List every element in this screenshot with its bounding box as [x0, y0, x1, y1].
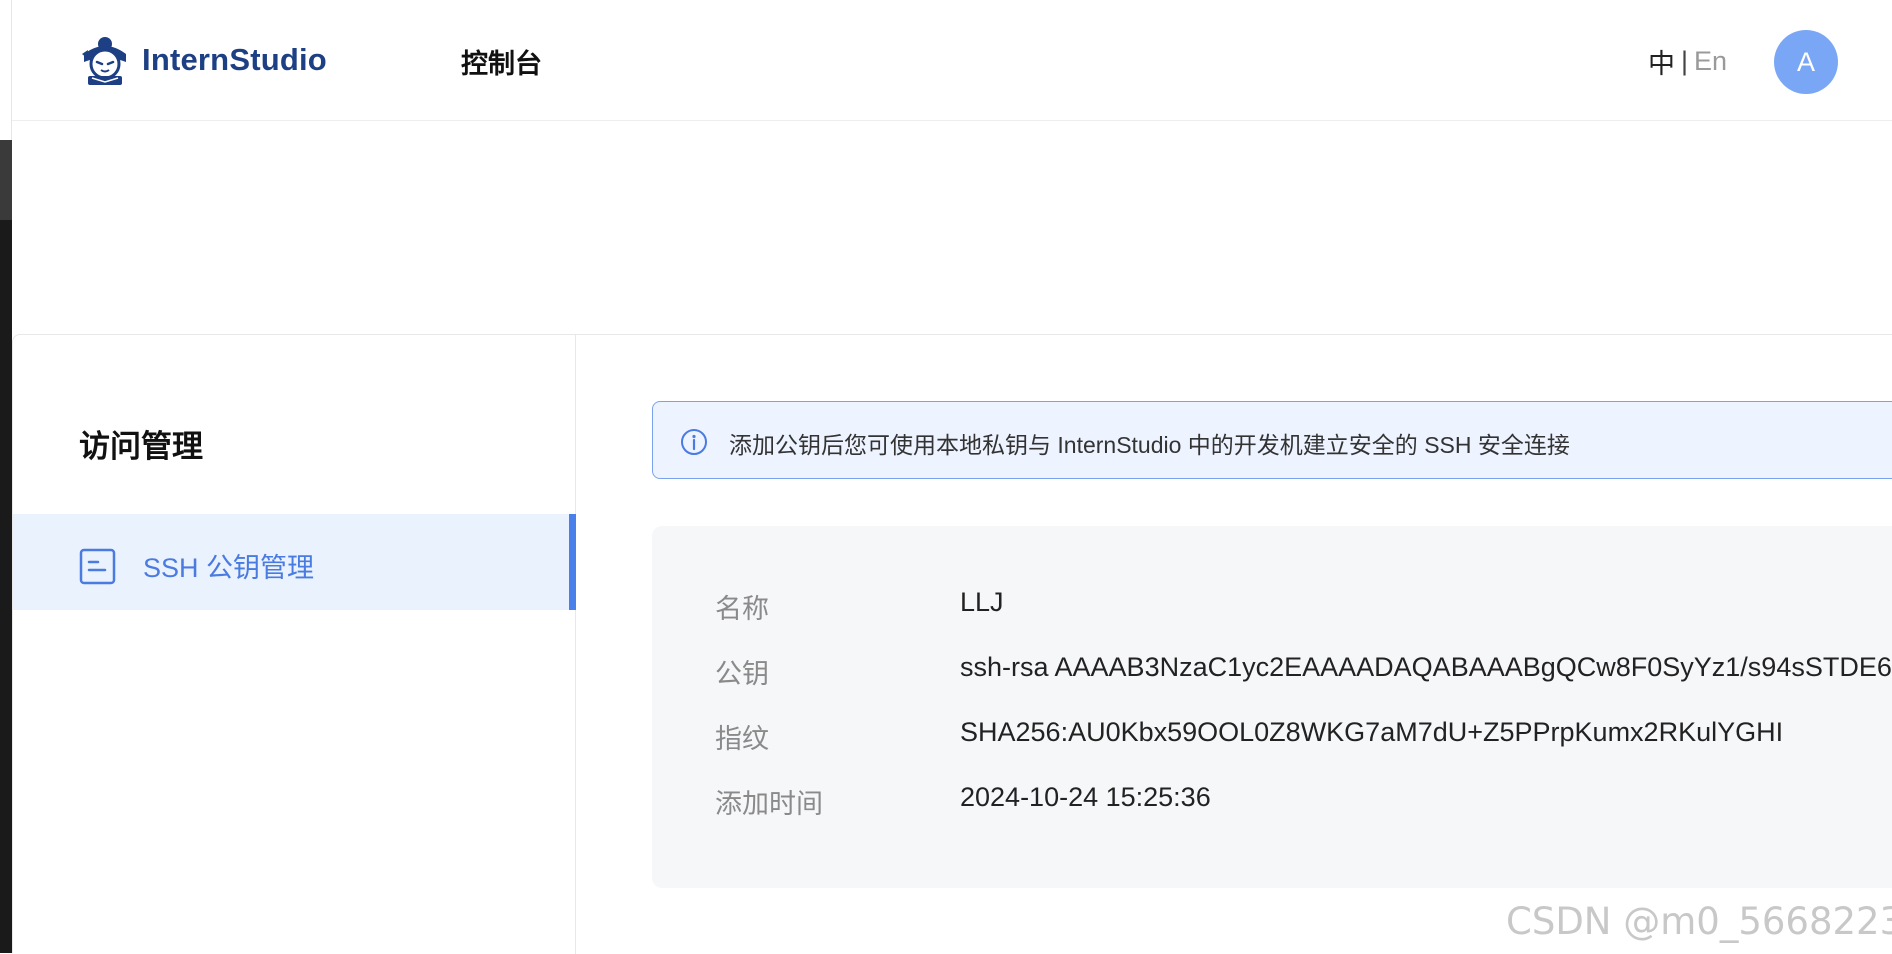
language-switch: 中 | En — [1648, 42, 1727, 81]
main-panel: 访问管理 SSH 公钥管理 添加公钥后您可使用本地私钥与 InternStudi… — [12, 334, 1892, 954]
lang-zh-option[interactable]: 中 — [1648, 42, 1675, 81]
ssh-key-card: 名称 LLJ 公钥 ssh-rsa AAAAB3NzaC1yc2EAAAADAQ… — [652, 526, 1892, 888]
csdn-watermark: CSDN @m0_56682232 — [1506, 900, 1892, 943]
brand-logo-link[interactable]: InternStudio — [78, 30, 327, 90]
lang-separator: | — [1681, 46, 1689, 76]
lang-en-option[interactable]: En — [1694, 46, 1727, 77]
field-label: 公钥 — [715, 659, 769, 689]
added-time-row: 添加时间 2024-10-24 15:25:36 — [715, 782, 1211, 822]
field-label: 指纹 — [715, 724, 769, 754]
sidebar-item-label: SSH 公钥管理 — [143, 553, 315, 583]
background-window — [0, 140, 12, 953]
user-avatar[interactable]: A — [1774, 30, 1838, 94]
alert-text: 添加公钥后您可使用本地私钥与 InternStudio 中的开发机建立安全的 S… — [729, 432, 1570, 458]
fingerprint-row: 指纹 SHA256:AU0Kbx59OOL0Z8WKG7aM7dU+Z5PPrp… — [715, 717, 1783, 757]
nav-console-link[interactable]: 控制台 — [461, 42, 542, 81]
brand-name: InternStudio — [142, 42, 327, 77]
field-label: 添加时间 — [715, 789, 823, 819]
info-alert: 添加公钥后您可使用本地私钥与 InternStudio 中的开发机建立安全的 S… — [652, 401, 1892, 479]
added-time-value: 2024-10-24 15:25:36 — [960, 782, 1211, 812]
key-name-row: 名称 LLJ — [715, 587, 1004, 627]
window-edge — [0, 0, 12, 953]
sidebar-title: 访问管理 — [79, 429, 203, 464]
sidebar-item-ssh-keys[interactable]: SSH 公钥管理 — [13, 514, 576, 610]
content-area: 添加公钥后您可使用本地私钥与 InternStudio 中的开发机建立安全的 S… — [576, 335, 1892, 954]
field-label: 名称 — [715, 594, 769, 624]
fingerprint-value: SHA256:AU0Kbx59OOL0Z8WKG7aM7dU+Z5PPrpKum… — [960, 717, 1784, 747]
key-name-value: LLJ — [960, 587, 1004, 617]
document-icon — [79, 548, 116, 585]
sidebar: 访问管理 SSH 公钥管理 — [13, 335, 576, 954]
active-indicator — [569, 514, 576, 610]
public-key-value: ssh-rsa AAAAB3NzaC1yc2EAAAADAQABAAABgQCw… — [960, 652, 1892, 682]
mascot-logo-icon — [82, 37, 126, 85]
info-icon — [681, 429, 707, 455]
top-navbar: InternStudio 控制台 中 | En A — [12, 0, 1892, 121]
public-key-row: 公钥 ssh-rsa AAAAB3NzaC1yc2EAAAADAQABAAABg… — [715, 652, 1892, 692]
